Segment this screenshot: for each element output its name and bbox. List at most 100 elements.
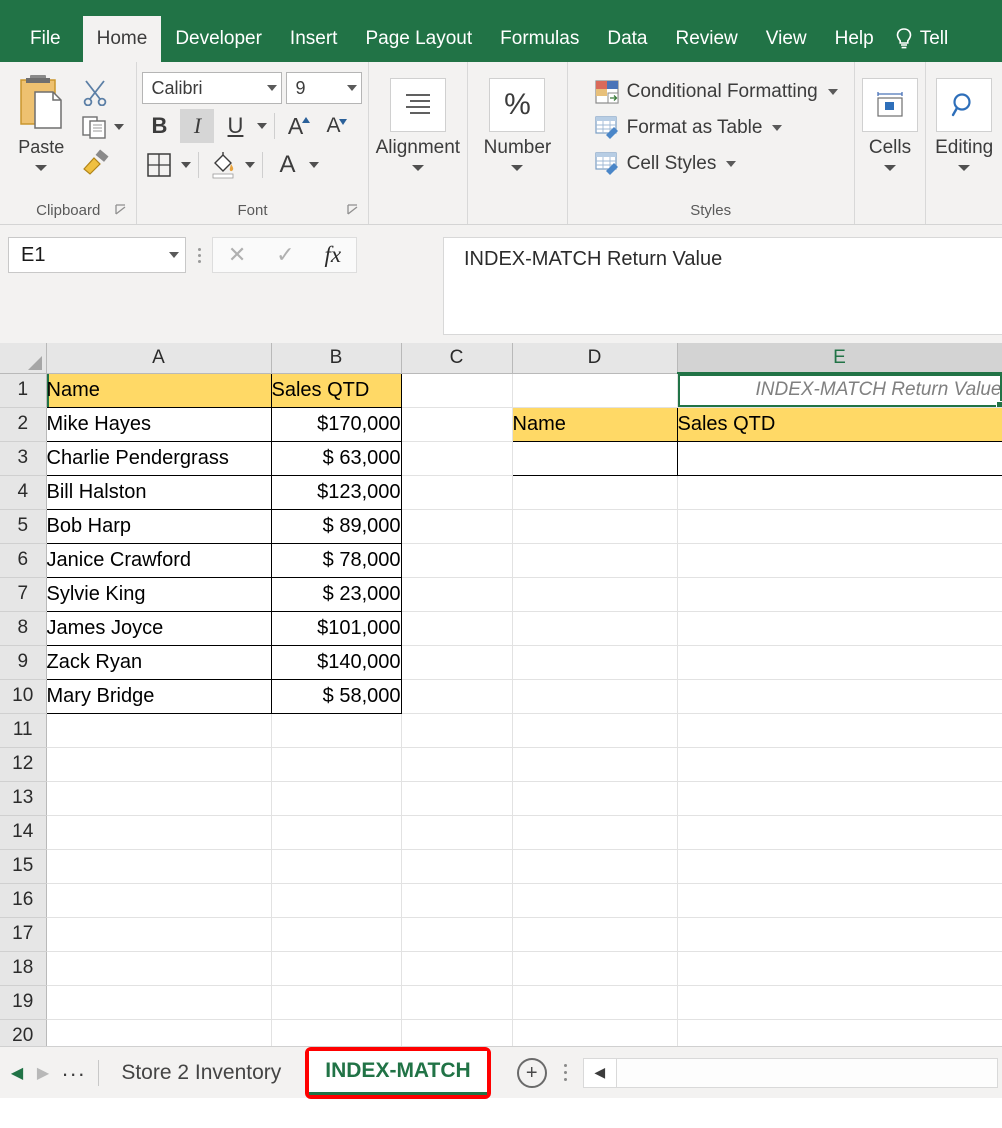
number-format-button[interactable]: %: [489, 78, 546, 132]
ribbon-tab-developer[interactable]: Developer: [161, 16, 276, 62]
cell-d15[interactable]: [512, 849, 678, 884]
cell-e19[interactable]: [677, 985, 1002, 1020]
cell-b18[interactable]: [271, 951, 402, 986]
fill-handle[interactable]: [995, 400, 1001, 406]
cell-d11[interactable]: [512, 713, 678, 748]
cell-e3[interactable]: [676, 440, 1002, 476]
cell-e18[interactable]: [677, 951, 1002, 986]
borders-dropdown-arrow[interactable]: [181, 162, 192, 168]
cell-styles-button[interactable]: Cell Styles: [594, 148, 838, 180]
cell-c15[interactable]: [401, 849, 513, 884]
font-color-dropdown-arrow[interactable]: [309, 162, 320, 168]
borders-button[interactable]: [142, 148, 176, 182]
underline-dropdown-arrow[interactable]: [257, 123, 268, 129]
cell-a9[interactable]: Zack Ryan: [45, 644, 272, 680]
cell-d8[interactable]: [512, 611, 678, 646]
font-color-button[interactable]: A: [270, 148, 304, 182]
cell-d10[interactable]: [512, 679, 678, 714]
cell-e6[interactable]: [677, 543, 1002, 578]
cell-b20[interactable]: [271, 1019, 402, 1046]
cell-a10[interactable]: Mary Bridge: [45, 678, 272, 714]
cell-b12[interactable]: [271, 747, 402, 782]
tell-me-box[interactable]: Tell: [888, 16, 948, 62]
grow-font-button[interactable]: A: [282, 109, 316, 143]
row-header-9[interactable]: 9: [0, 645, 47, 680]
format-as-table-chevron-down-icon[interactable]: [772, 125, 783, 131]
row-header-8[interactable]: 8: [0, 611, 47, 646]
row-header-10[interactable]: 10: [0, 679, 47, 714]
cancel-icon[interactable]: ✕: [228, 242, 246, 268]
sheet-tab-store-2-inventory[interactable]: Store 2 Inventory: [105, 1051, 297, 1095]
clipboard-dialog-launcher-icon[interactable]: [114, 203, 128, 217]
enter-icon[interactable]: ✓: [276, 242, 294, 268]
cell-e16[interactable]: [677, 883, 1002, 918]
cell-c9[interactable]: [401, 645, 513, 680]
cells-button[interactable]: [861, 78, 918, 132]
column-header-c[interactable]: C: [401, 343, 513, 374]
conditional-formatting-chevron-down-icon[interactable]: [827, 89, 838, 95]
ribbon-tab-insert[interactable]: Insert: [276, 16, 352, 62]
cell-a17[interactable]: [46, 917, 272, 952]
cell-c3[interactable]: [401, 441, 513, 476]
cell-b11[interactable]: [271, 713, 402, 748]
cell-a3[interactable]: Charlie Pendergrass: [45, 440, 272, 476]
cell-b3[interactable]: $ 63,000: [270, 440, 402, 476]
row-header-2[interactable]: 2: [0, 407, 47, 442]
alignment-dropdown-arrow[interactable]: [411, 165, 424, 171]
cell-a16[interactable]: [46, 883, 272, 918]
row-header-12[interactable]: 12: [0, 747, 47, 782]
row-header-16[interactable]: 16: [0, 883, 47, 918]
name-box-chevron-down-icon[interactable]: [169, 252, 179, 258]
number-dropdown-arrow[interactable]: [511, 165, 524, 171]
font-size-chevron-down-icon[interactable]: [347, 85, 358, 91]
font-size-combo[interactable]: 9: [286, 72, 363, 104]
cell-e8[interactable]: [677, 611, 1002, 646]
row-header-20[interactable]: 20: [0, 1019, 47, 1046]
row-header-11[interactable]: 11: [0, 713, 47, 748]
cell-a20[interactable]: [46, 1019, 272, 1046]
cell-a15[interactable]: [46, 849, 272, 884]
copy-button[interactable]: [80, 111, 134, 143]
cut-button[interactable]: [80, 76, 134, 108]
cell-e7[interactable]: [677, 577, 1002, 612]
scroll-left-button[interactable]: ◀: [582, 1057, 617, 1088]
cell-e13[interactable]: [677, 781, 1002, 816]
horizontal-scrollbar[interactable]: ◀: [582, 1057, 998, 1088]
cell-c11[interactable]: [401, 713, 513, 748]
cell-c17[interactable]: [401, 917, 513, 952]
cell-b2[interactable]: $170,000: [270, 406, 402, 442]
cell-a11[interactable]: [46, 713, 272, 748]
cell-d14[interactable]: [512, 815, 678, 850]
cell-b7[interactable]: $ 23,000: [270, 576, 402, 612]
cell-d4[interactable]: [512, 475, 678, 510]
ribbon-tab-file[interactable]: File: [0, 16, 83, 62]
row-header-15[interactable]: 15: [0, 849, 47, 884]
cell-e15[interactable]: [677, 849, 1002, 884]
cell-e17[interactable]: [677, 917, 1002, 952]
editing-button[interactable]: [936, 78, 993, 132]
name-box[interactable]: E1: [8, 237, 186, 273]
bold-button[interactable]: B: [142, 109, 176, 143]
fill-color-button[interactable]: [206, 148, 240, 182]
cell-b16[interactable]: [271, 883, 402, 918]
cell-c1[interactable]: [401, 373, 513, 408]
fill-color-dropdown-arrow[interactable]: [245, 162, 256, 168]
cell-a12[interactable]: [46, 747, 272, 782]
cell-d7[interactable]: [512, 577, 678, 612]
row-header-19[interactable]: 19: [0, 985, 47, 1020]
ribbon-tab-view[interactable]: View: [752, 16, 821, 62]
cell-e12[interactable]: [677, 747, 1002, 782]
cell-a19[interactable]: [46, 985, 272, 1020]
ribbon-tab-home[interactable]: Home: [82, 16, 162, 62]
row-header-4[interactable]: 4: [0, 475, 47, 510]
cell-b5[interactable]: $ 89,000: [270, 508, 402, 544]
cell-b6[interactable]: $ 78,000: [270, 542, 402, 578]
format-painter-button[interactable]: [80, 146, 134, 178]
cell-c10[interactable]: [401, 679, 513, 714]
row-header-7[interactable]: 7: [0, 577, 47, 612]
cell-a1[interactable]: Name: [45, 372, 272, 408]
cell-c7[interactable]: [401, 577, 513, 612]
next-sheet-button[interactable]: ▶: [30, 1051, 56, 1095]
cell-c2[interactable]: [401, 407, 513, 442]
cell-d12[interactable]: [512, 747, 678, 782]
